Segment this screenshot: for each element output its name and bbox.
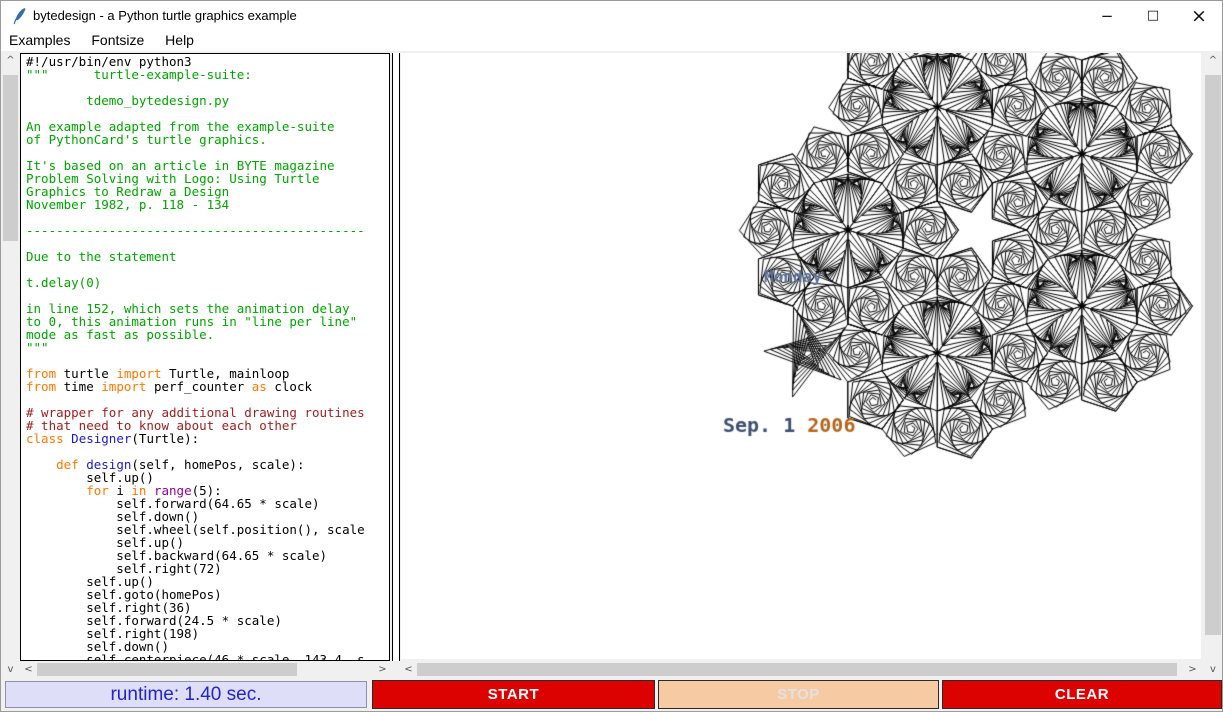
close-button[interactable]: × xyxy=(1176,1,1222,31)
scrollbar-thumb[interactable] xyxy=(1205,75,1221,635)
scroll-up-icon[interactable]: ^ xyxy=(1204,53,1222,68)
main-area: ^ v #!/usr/bin/env python3""" turtle-exa… xyxy=(1,51,1222,677)
code-scrollbar-vertical[interactable]: ^ v xyxy=(1,53,20,677)
turtle-canvas xyxy=(401,53,1201,659)
scrollbar-thumb[interactable] xyxy=(417,663,1177,676)
code-text: #!/usr/bin/env python3""" turtle-example… xyxy=(21,54,389,661)
canvas-scrollbar-horizontal[interactable]: < > xyxy=(401,662,1200,677)
scroll-down-icon[interactable]: v xyxy=(1204,662,1222,677)
scroll-right-icon[interactable]: > xyxy=(1185,662,1200,677)
code-scrollbar-horizontal[interactable]: < > xyxy=(21,662,390,677)
scroll-left-icon[interactable]: < xyxy=(401,662,416,677)
scroll-up-icon[interactable]: ^ xyxy=(1,53,20,68)
start-button[interactable]: START xyxy=(372,680,655,709)
clear-button[interactable]: CLEAR xyxy=(942,680,1222,709)
canvas-pane xyxy=(401,53,1201,659)
title-bar: bytedesign - a Python turtle graphics ex… xyxy=(1,1,1222,31)
status-bar: runtime: 1.40 sec. START STOP CLEAR xyxy=(1,677,1222,711)
scroll-down-icon[interactable]: v xyxy=(1,662,20,677)
minimize-button[interactable]: − xyxy=(1084,1,1130,31)
maximize-button[interactable]: □ xyxy=(1130,1,1176,31)
code-pane[interactable]: #!/usr/bin/env python3""" turtle-example… xyxy=(20,53,390,661)
menu-bar: Examples Fontsize Help xyxy=(1,31,1222,51)
menu-item-examples[interactable]: Examples xyxy=(9,31,70,51)
scrollbar-thumb[interactable] xyxy=(37,663,297,676)
scroll-right-icon[interactable]: > xyxy=(375,662,390,677)
scroll-left-icon[interactable]: < xyxy=(21,662,36,677)
python-feather-icon xyxy=(12,7,28,25)
stop-button[interactable]: STOP xyxy=(658,680,939,709)
turtledemo-window: bytedesign - a Python turtle graphics ex… xyxy=(0,0,1223,712)
menu-item-fontsize[interactable]: Fontsize xyxy=(91,31,144,51)
pane-sash[interactable] xyxy=(392,53,400,661)
canvas-scrollbar-vertical[interactable]: ^ v xyxy=(1204,53,1222,677)
runtime-label: runtime: 1.40 sec. xyxy=(5,681,367,708)
window-title: bytedesign - a Python turtle graphics ex… xyxy=(33,1,297,31)
menu-item-help[interactable]: Help xyxy=(165,31,194,51)
scrollbar-thumb[interactable] xyxy=(3,75,18,241)
